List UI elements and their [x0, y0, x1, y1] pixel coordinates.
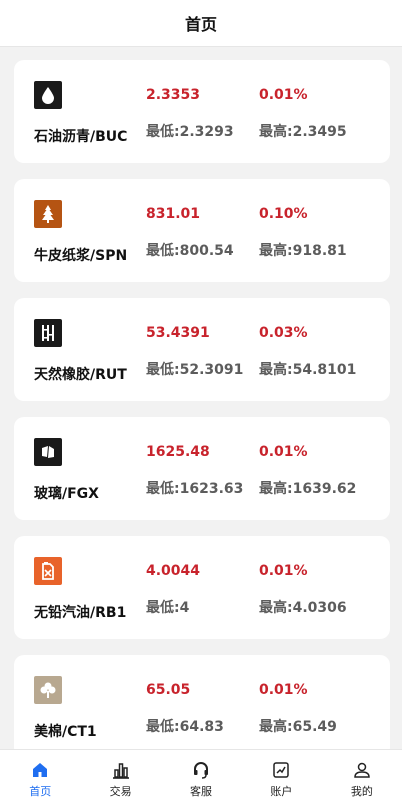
commodity-name: 天然橡胶/RUT	[34, 367, 127, 383]
commodity-high: 最高:918.81	[259, 243, 347, 259]
commodity-price: 1625.48	[146, 444, 210, 460]
fuel-can-icon	[34, 557, 62, 585]
commodity-card[interactable]: 无铅汽油/RB1 4.0044 0.01% 最低:4 最高:4.0306	[14, 536, 390, 639]
commodity-high: 最高:2.3495	[259, 124, 347, 140]
glass-icon	[34, 438, 62, 466]
tab-label: 账户	[270, 785, 293, 798]
commodity-name: 美棉/CT1	[34, 724, 97, 740]
tab-service[interactable]: 客服	[161, 750, 241, 804]
oil-drop-icon	[34, 81, 62, 109]
commodity-card[interactable]: 美棉/CT1 65.05 0.01% 最低:64.83 最高:65.49	[14, 655, 390, 758]
tab-label: 首页	[29, 785, 52, 798]
commodity-price: 2.3353	[146, 87, 201, 103]
commodity-card[interactable]: 牛皮纸浆/SPN 831.01 0.10% 最低:800.54 最高:918.8…	[14, 179, 390, 282]
commodity-price: 65.05	[146, 682, 191, 698]
commodity-low: 最低:800.54	[146, 243, 234, 259]
tab-trade[interactable]: 交易	[80, 750, 160, 804]
commodity-change: 0.01%	[259, 682, 308, 698]
commodity-high: 最高:54.8101	[259, 362, 357, 378]
commodity-price: 53.4391	[146, 325, 210, 341]
commodity-price: 4.0044	[146, 563, 201, 579]
bottom-tab-bar: 首页 交易 客服 账户 我的	[0, 749, 402, 804]
commodity-change: 0.01%	[259, 563, 308, 579]
bar-chart-icon	[112, 763, 129, 779]
home-icon	[33, 763, 48, 777]
tab-account[interactable]: 账户	[241, 750, 321, 804]
tab-mine[interactable]: 我的	[322, 750, 402, 804]
commodity-change: 0.01%	[259, 444, 308, 460]
commodity-high: 最高:65.49	[259, 719, 337, 735]
commodity-change: 0.10%	[259, 206, 308, 222]
commodity-low: 最低:2.3293	[146, 124, 234, 140]
tab-home[interactable]: 首页	[0, 750, 80, 804]
commodity-high: 最高:4.0306	[259, 600, 347, 616]
commodity-name: 无铅汽油/RB1	[34, 605, 127, 621]
commodity-low: 最低:52.3091	[146, 362, 244, 378]
commodity-name: 石油沥青/BUC	[34, 129, 128, 145]
commodity-change: 0.01%	[259, 87, 308, 103]
account-chart-icon	[273, 762, 290, 778]
tab-label: 我的	[350, 785, 373, 798]
rubber-icon	[34, 319, 62, 347]
tab-label: 交易	[109, 785, 132, 798]
cotton-icon	[34, 676, 62, 704]
commodity-high: 最高:1639.62	[259, 481, 357, 497]
tree-icon	[34, 200, 62, 228]
commodity-low: 最低:64.83	[146, 719, 224, 735]
user-icon	[354, 762, 370, 778]
commodity-card[interactable]: 天然橡胶/RUT 53.4391 0.03% 最低:52.3091 最高:54.…	[14, 298, 390, 401]
commodity-change: 0.03%	[259, 325, 308, 341]
commodity-card[interactable]: 石油沥青/BUC 2.3353 0.01% 最低:2.3293 最高:2.349…	[14, 60, 390, 163]
commodity-name: 玻璃/FGX	[34, 486, 99, 502]
commodity-card[interactable]: 玻璃/FGX 1625.48 0.01% 最低:1623.63 最高:1639.…	[14, 417, 390, 520]
commodity-price: 831.01	[146, 206, 201, 222]
commodity-low: 最低:4	[146, 600, 190, 616]
commodity-name: 牛皮纸浆/SPN	[34, 248, 128, 264]
commodity-low: 最低:1623.63	[146, 481, 244, 497]
page-title: 首页	[0, 0, 402, 47]
commodity-list: 石油沥青/BUC 2.3353 0.01% 最低:2.3293 最高:2.349…	[14, 60, 390, 774]
headset-icon	[194, 762, 209, 779]
tab-label: 客服	[190, 785, 213, 798]
